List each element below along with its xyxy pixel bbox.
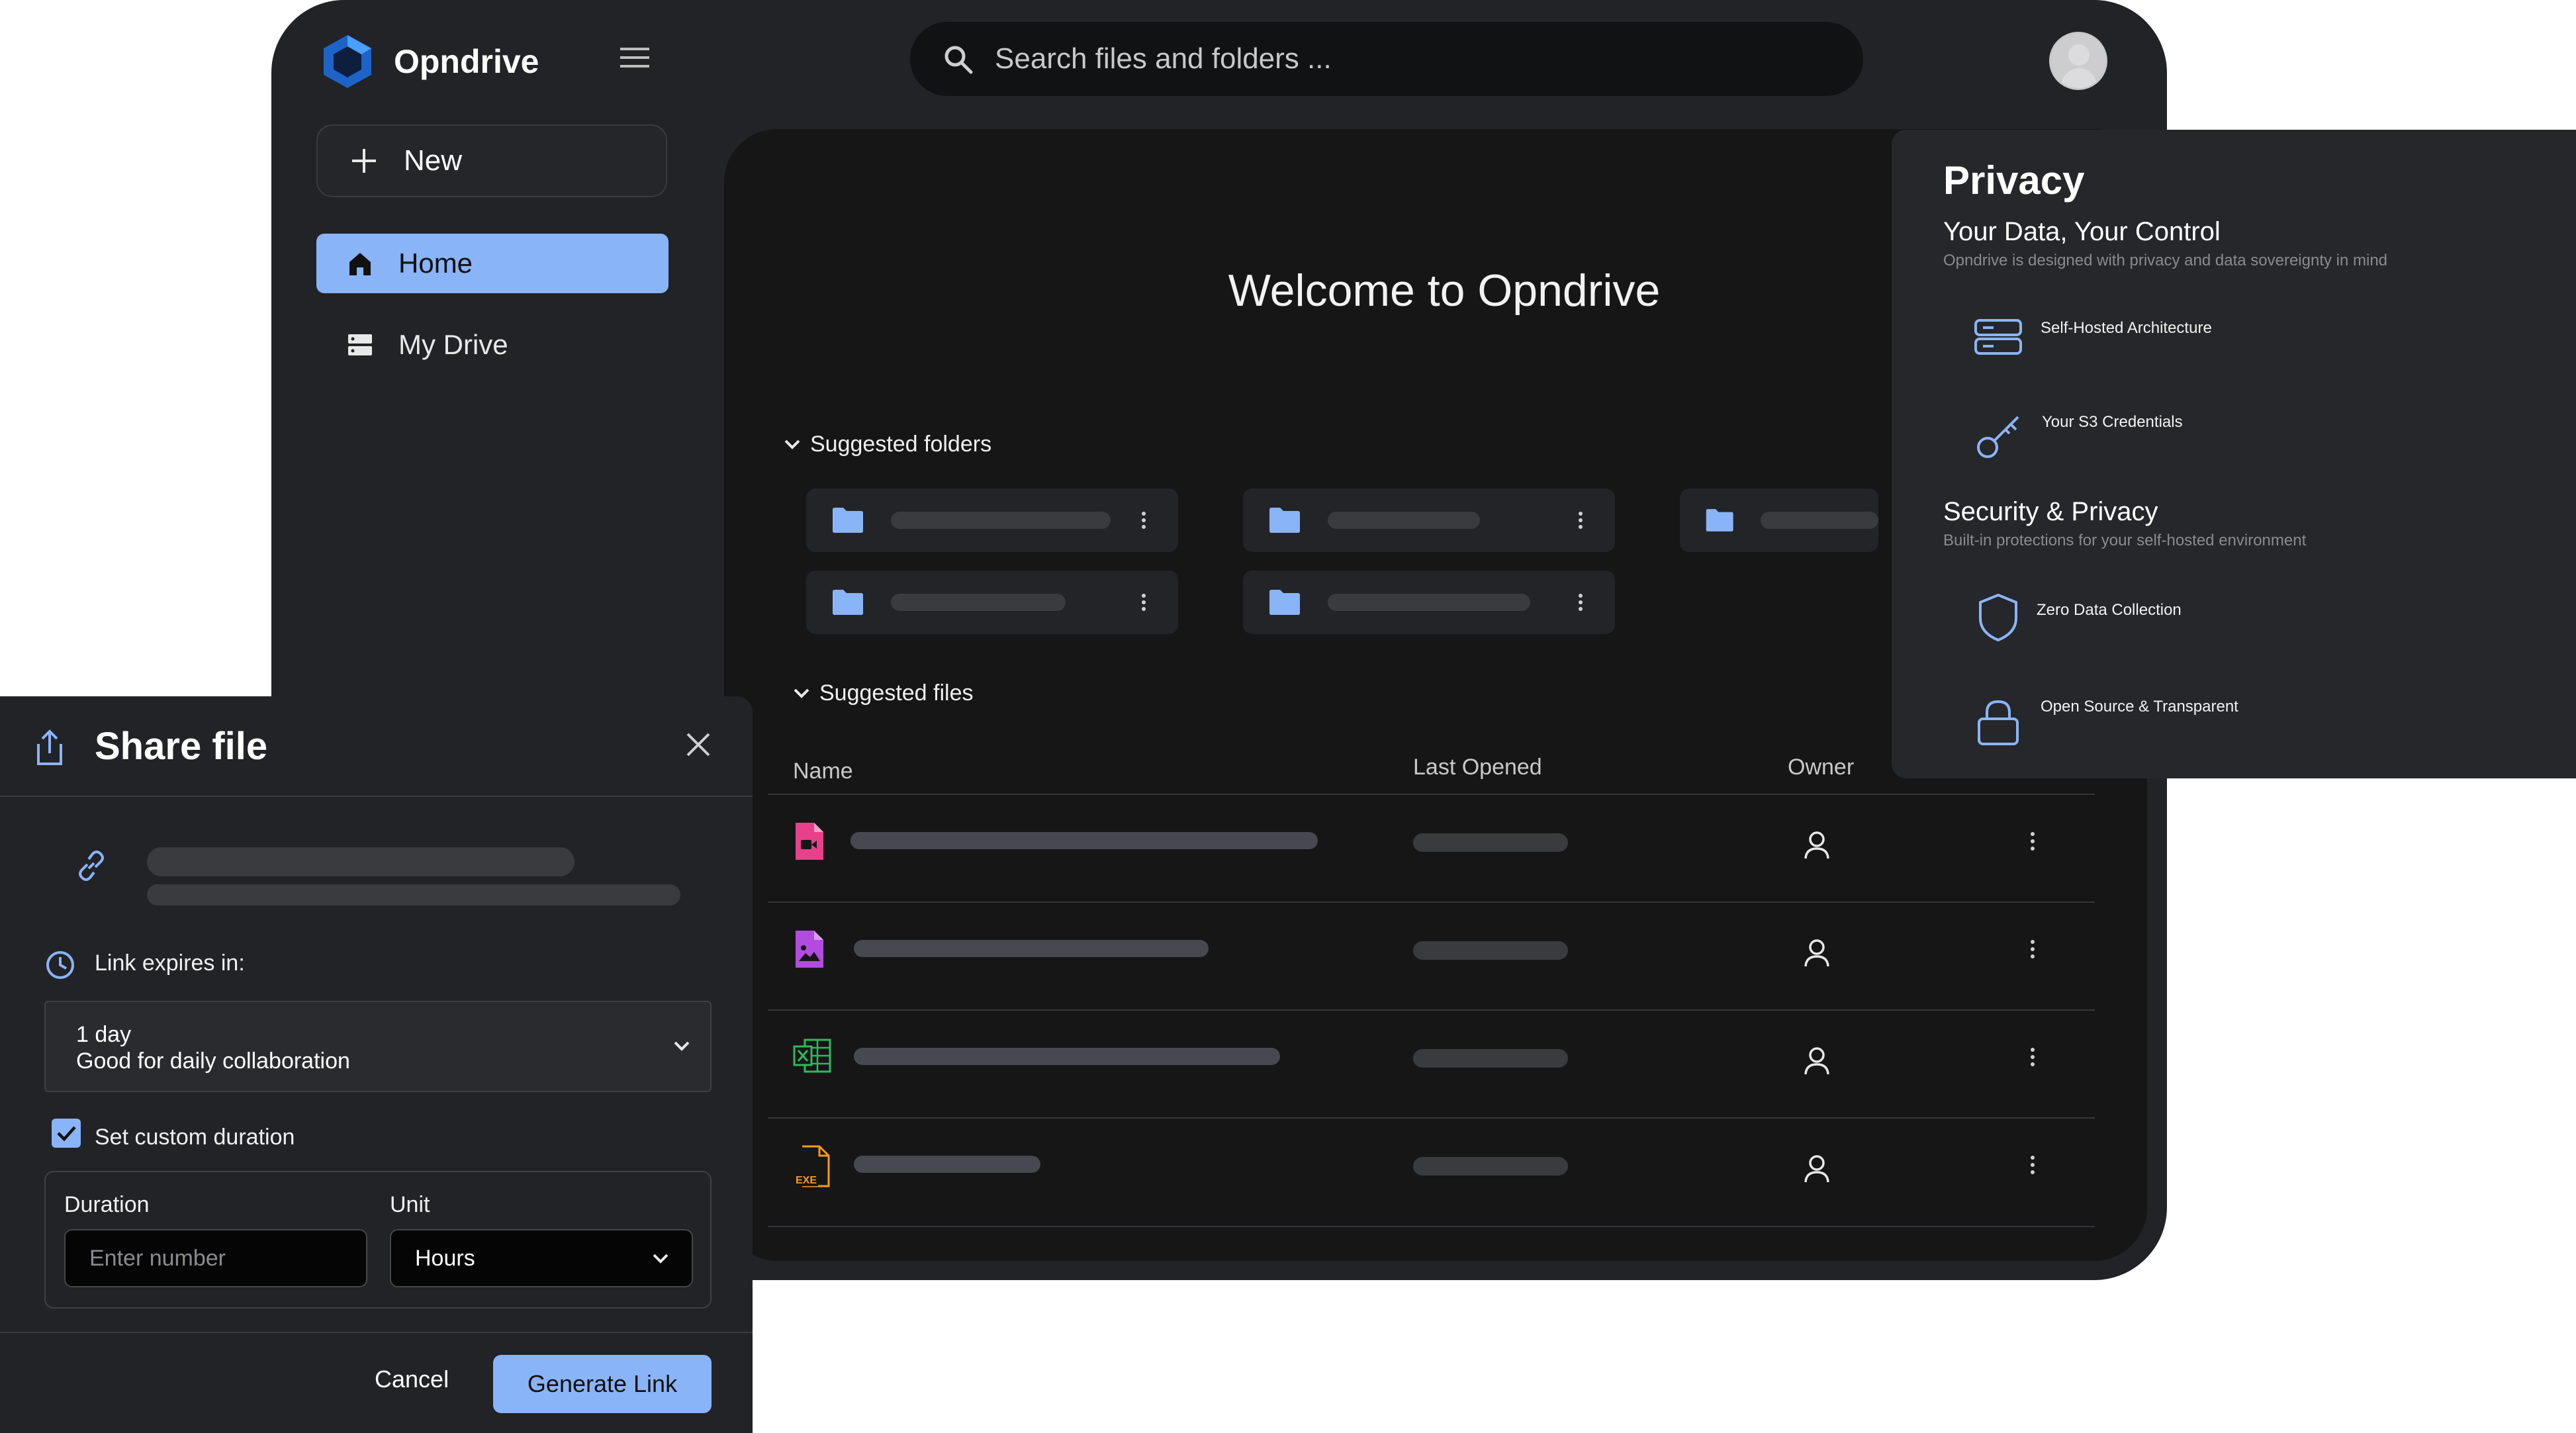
unit-label: Unit	[390, 1192, 430, 1217]
more-vertical-icon[interactable]	[2030, 939, 2035, 959]
privacy-feature-s3: Your S3 Credentials	[2042, 413, 2183, 431]
home-icon	[349, 253, 371, 275]
column-header-last-opened[interactable]: Last Opened	[1413, 755, 1542, 780]
check-icon	[57, 1126, 76, 1142]
exe-file-icon: EXE	[794, 1145, 830, 1187]
search-icon	[944, 46, 973, 74]
more-vertical-icon[interactable]	[2030, 831, 2035, 851]
privacy-title: Privacy	[1943, 158, 2085, 203]
server-icon	[1974, 319, 2022, 355]
user-icon	[1804, 1155, 1829, 1183]
chevron-down-icon	[794, 688, 809, 698]
folder-icon	[1269, 590, 1300, 615]
security-section-title: Security & Privacy	[1943, 497, 2158, 526]
unit-select[interactable]: Hours	[390, 1229, 693, 1287]
user-icon	[1804, 1047, 1829, 1075]
suggested-files-toggle[interactable]: Suggested files	[793, 680, 974, 706]
more-vertical-icon[interactable]	[1578, 593, 1583, 612]
table-row[interactable]: EXE	[768, 1117, 2095, 1227]
more-vertical-icon[interactable]	[2030, 1047, 2035, 1067]
cancel-button[interactable]: Cancel	[375, 1365, 449, 1393]
folder-icon	[1706, 509, 1733, 532]
sidebar-item-label: My Drive	[398, 329, 508, 360]
user-icon	[1804, 831, 1829, 859]
key-icon	[1977, 416, 2019, 458]
search-bar[interactable]	[910, 22, 1863, 96]
folder-icon	[1269, 508, 1300, 533]
share-dialog: Share file Link expires in: 1 day Good f…	[0, 696, 753, 1433]
close-icon[interactable]	[686, 732, 711, 757]
plus-icon	[352, 149, 376, 173]
privacy-panel: Privacy Your Data, Your Control Opndrive…	[1892, 130, 2576, 778]
folder-card[interactable]	[806, 571, 1178, 634]
folder-icon	[833, 590, 863, 615]
search-input[interactable]	[993, 42, 1790, 76]
sidebar-item-home[interactable]: Home	[316, 234, 668, 293]
duration-label: Duration	[64, 1192, 150, 1217]
table-row[interactable]	[768, 901, 2095, 1010]
folder-card[interactable]	[1680, 488, 1878, 552]
app-name: Opndrive	[394, 43, 539, 80]
column-header-name[interactable]: Name	[793, 759, 853, 784]
chevron-down-icon	[784, 439, 800, 449]
security-section-subtitle: Built-in protections for your self-hoste…	[1943, 532, 2307, 549]
divider	[0, 1332, 753, 1333]
user-icon	[1804, 939, 1829, 967]
chevron-down-icon	[653, 1254, 668, 1264]
link-icon	[79, 851, 104, 881]
image-file-icon	[796, 931, 823, 968]
upload-icon	[37, 729, 62, 765]
avatar[interactable]	[2049, 32, 2107, 90]
custom-duration-checkbox[interactable]	[52, 1119, 81, 1148]
share-dialog-title: Share file	[95, 725, 268, 768]
divider	[0, 796, 753, 797]
privacy-feature-self-hosted: Self-Hosted Architecture	[2041, 319, 2212, 337]
generate-link-label: Generate Link	[527, 1370, 678, 1397]
exe-label: EXE	[796, 1175, 817, 1186]
sidebar-item-label: Home	[398, 248, 473, 279]
drive-icon	[348, 334, 372, 355]
privacy-feature-open-source: Open Source & Transparent	[2041, 698, 2238, 716]
custom-duration-box: Duration Unit Hours	[44, 1171, 712, 1309]
custom-duration-label: Set custom duration	[95, 1125, 295, 1150]
clock-icon	[46, 951, 74, 979]
suggested-folders-toggle[interactable]: Suggested folders	[784, 432, 991, 457]
table-row[interactable]	[768, 794, 2095, 902]
more-vertical-icon[interactable]	[2030, 1155, 2035, 1175]
folder-icon	[833, 508, 863, 533]
more-vertical-icon[interactable]	[1141, 511, 1146, 530]
duration-input[interactable]	[64, 1229, 367, 1287]
privacy-section-subtitle: Opndrive is designed with privacy and da…	[1943, 252, 2388, 269]
expiry-select[interactable]: 1 day Good for daily collaboration	[44, 1001, 712, 1092]
generate-link-button[interactable]: Generate Link	[493, 1355, 712, 1413]
shield-icon	[1979, 593, 2017, 642]
table-row[interactable]	[768, 1009, 2095, 1118]
sidebar-item-my-drive[interactable]: My Drive	[316, 315, 668, 375]
video-file-icon	[796, 823, 823, 860]
app-logo[interactable]: Opndrive	[321, 33, 539, 90]
privacy-feature-zero-data: Zero Data Collection	[2037, 601, 2182, 619]
expiry-selected-desc: Good for daily collaboration	[76, 1048, 350, 1074]
suggested-folders-label: Suggested folders	[810, 432, 992, 457]
more-vertical-icon[interactable]	[1578, 511, 1583, 530]
folder-card[interactable]	[1243, 488, 1615, 552]
chevron-down-icon	[674, 1041, 690, 1051]
new-button-label: New	[404, 144, 463, 177]
more-vertical-icon[interactable]	[1141, 593, 1146, 612]
expires-label: Link expires in:	[95, 950, 245, 976]
unit-selected-value: Hours	[415, 1245, 475, 1271]
column-header-owner[interactable]: Owner	[1788, 755, 1854, 780]
hexagon-logo-icon	[324, 35, 371, 88]
menu-icon[interactable]	[620, 46, 649, 72]
lock-icon	[1978, 700, 2019, 745]
expiry-selected-value: 1 day	[76, 1022, 132, 1047]
folder-card[interactable]	[806, 488, 1178, 552]
spreadsheet-file-icon	[793, 1039, 831, 1073]
folder-card[interactable]	[1243, 571, 1615, 634]
suggested-files-label: Suggested files	[819, 680, 974, 706]
new-button[interactable]: New	[316, 124, 667, 197]
privacy-section-title: Your Data, Your Control	[1943, 217, 2221, 246]
